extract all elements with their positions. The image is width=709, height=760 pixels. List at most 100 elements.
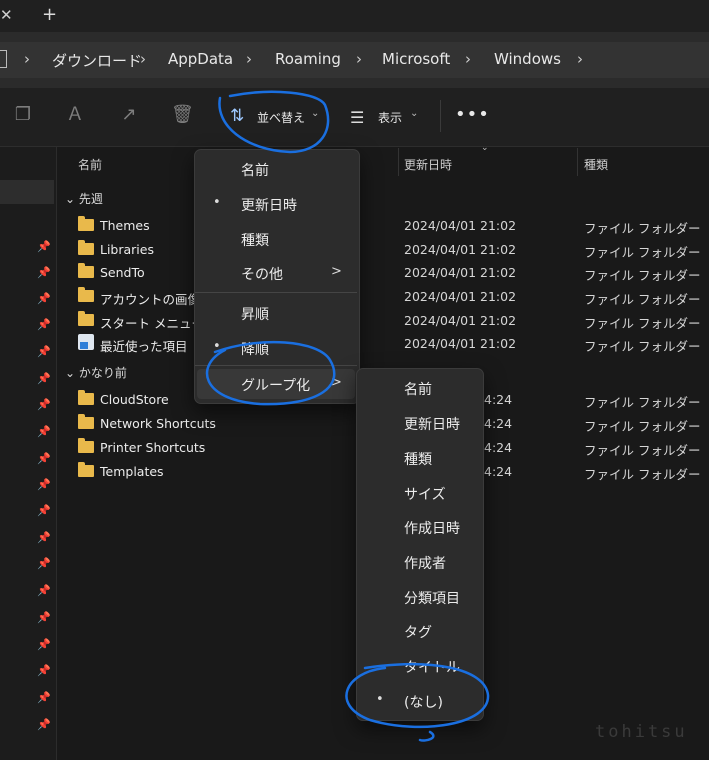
file-date: 4:24 xyxy=(484,464,513,479)
group-label: かなり前 xyxy=(78,366,127,380)
selected-bullet: • xyxy=(376,692,384,707)
group-menu-item-created[interactable]: 作成日時 xyxy=(404,518,460,538)
file-name[interactable]: アカウントの画像 xyxy=(100,289,200,308)
view-button-label: 表示 xyxy=(378,111,403,125)
file-name[interactable]: スタート メニュー xyxy=(100,313,204,332)
file-date: 2024/04/01 21:02 xyxy=(404,336,517,351)
folder-icon xyxy=(78,240,94,255)
breadcrumb-item-roaming[interactable]: Roaming xyxy=(275,50,341,68)
breadcrumb-item-windows[interactable]: Windows xyxy=(494,50,561,68)
folder-icon xyxy=(78,287,94,302)
nav-selected-item[interactable] xyxy=(0,180,54,204)
pin-icon: 📌 xyxy=(37,318,51,331)
pin-icon: 📌 xyxy=(37,664,51,677)
column-header-date[interactable]: 更新日時 xyxy=(404,156,452,173)
pin-icon: 📌 xyxy=(37,557,51,570)
chevron-right-icon[interactable]: › xyxy=(356,50,362,68)
group-header[interactable]: ⌄ 先週 xyxy=(65,190,103,207)
chevron-right-icon[interactable]: › xyxy=(24,50,30,68)
folder-icon xyxy=(78,390,94,405)
pin-icon: 📌 xyxy=(37,372,51,385)
breadcrumb-item-downloads[interactable]: ダウンロード xyxy=(52,50,142,71)
sort-menu-item-descending[interactable]: 降順 xyxy=(241,339,269,359)
chevron-right-icon[interactable]: › xyxy=(465,50,471,68)
pin-icon: 📌 xyxy=(37,240,51,253)
column-divider[interactable] xyxy=(577,148,578,176)
group-menu-item-type[interactable]: 種類 xyxy=(404,449,432,469)
breadcrumb-item-microsoft[interactable]: Microsoft xyxy=(382,50,450,68)
pin-icon: 📌 xyxy=(37,718,51,731)
chevron-down-icon: ⌄ xyxy=(65,192,79,206)
chevron-right-icon[interactable]: › xyxy=(577,50,583,68)
tab-strip xyxy=(0,0,709,32)
group-menu-item-size[interactable]: サイズ xyxy=(404,484,446,504)
group-menu-item-author[interactable]: 作成者 xyxy=(404,553,446,573)
file-name[interactable]: Network Shortcuts xyxy=(100,416,216,431)
pin-icon: 📌 xyxy=(37,266,51,279)
group-menu-item-title[interactable]: タイトル xyxy=(404,657,460,677)
file-type: ファイル フォルダー xyxy=(584,292,701,307)
recent-items-icon xyxy=(78,334,94,350)
group-label: 先週 xyxy=(78,192,103,206)
pin-icon: 📌 xyxy=(37,504,51,517)
file-name[interactable]: Printer Shortcuts xyxy=(100,440,205,455)
sort-descending-indicator: ⌄ xyxy=(481,143,489,153)
file-name[interactable]: Templates xyxy=(100,464,164,479)
file-name[interactable]: CloudStore xyxy=(100,392,169,407)
drive-icon[interactable] xyxy=(0,50,7,68)
chevron-down-icon: ⌄ xyxy=(410,108,419,119)
menu-separator xyxy=(195,292,357,293)
share-icon[interactable]: ↗ xyxy=(118,104,140,126)
file-type: ファイル フォルダー xyxy=(584,268,701,283)
column-divider[interactable] xyxy=(398,148,399,176)
breadcrumb-item-appdata[interactable]: AppData xyxy=(168,50,233,68)
group-menu-item-category[interactable]: 分類項目 xyxy=(404,588,460,608)
pin-icon: 📌 xyxy=(37,478,51,491)
delete-icon[interactable]: 🗑 xyxy=(171,104,194,126)
copy-icon[interactable]: ❐ xyxy=(12,104,34,126)
file-type: ファイル フォルダー xyxy=(584,245,701,260)
sort-menu-item-date[interactable]: 更新日時 xyxy=(241,195,297,215)
column-header-type[interactable]: 種類 xyxy=(584,156,608,173)
sort-menu-item-more[interactable]: その他 xyxy=(241,264,283,284)
plus-icon[interactable]: + xyxy=(42,4,57,25)
file-type: ファイル フォルダー xyxy=(584,419,701,434)
sort-button-label: 並べ替え xyxy=(257,111,306,125)
toolbar-divider xyxy=(440,100,441,132)
file-name[interactable]: SendTo xyxy=(100,265,145,280)
folder-icon xyxy=(78,414,94,429)
menu-separator xyxy=(195,365,357,366)
file-type: ファイル フォルダー xyxy=(584,443,701,458)
group-menu-item-date[interactable]: 更新日時 xyxy=(404,414,460,434)
group-header[interactable]: ⌄ かなり前 xyxy=(65,364,127,381)
chevron-down-icon: ⌄ xyxy=(311,108,320,119)
group-menu-item-none[interactable]: (なし) xyxy=(404,692,443,712)
pin-icon: 📌 xyxy=(37,531,51,544)
column-header-name[interactable]: 名前 xyxy=(78,156,102,173)
file-date: 2024/04/01 21:02 xyxy=(404,218,517,233)
group-menu-item-tags[interactable]: タグ xyxy=(404,622,432,642)
rename-icon[interactable]: Ａ xyxy=(64,104,86,126)
chevron-right-icon[interactable]: › xyxy=(140,50,146,68)
file-date: 2024/04/01 21:02 xyxy=(404,242,517,257)
selected-bullet: • xyxy=(213,195,221,210)
close-icon[interactable]: ✕ xyxy=(0,6,13,24)
file-type: ファイル フォルダー xyxy=(584,339,701,354)
file-date: 4:24 xyxy=(484,416,513,431)
group-menu-item-name[interactable]: 名前 xyxy=(404,379,432,399)
sort-menu-item-ascending[interactable]: 昇順 xyxy=(241,304,269,324)
pin-icon: 📌 xyxy=(37,452,51,465)
file-type: ファイル フォルダー xyxy=(584,467,701,482)
sort-menu-item-name[interactable]: 名前 xyxy=(241,160,269,180)
file-date: 2024/04/01 21:02 xyxy=(404,265,517,280)
chevron-right-icon[interactable]: › xyxy=(246,50,252,68)
sort-menu-item-type[interactable]: 種類 xyxy=(241,230,269,250)
watermark: tohitsu xyxy=(595,722,688,742)
selected-bullet: • xyxy=(213,339,221,354)
sort-menu-item-group[interactable]: グループ化 xyxy=(241,375,310,395)
more-icon[interactable]: ••• xyxy=(455,104,490,125)
file-name[interactable]: Themes xyxy=(100,218,150,233)
file-type: ファイル フォルダー xyxy=(584,221,701,236)
file-name[interactable]: Libraries xyxy=(100,242,154,257)
file-name[interactable]: 最近使った項目 xyxy=(100,336,188,355)
